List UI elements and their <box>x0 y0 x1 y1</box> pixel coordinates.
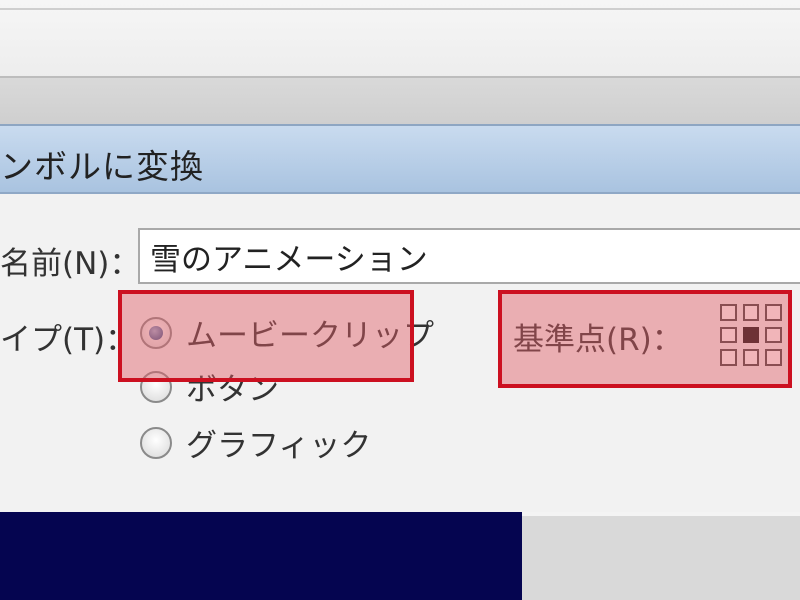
registration-cell-middle-right[interactable] <box>765 326 782 344</box>
registration-point-grid[interactable] <box>720 304 782 366</box>
radio-label: グラフィック <box>186 428 372 464</box>
radio-movie-clip[interactable]: ムービークリップ <box>140 310 434 355</box>
convert-to-symbol-dialog: ンボルに変換 名前(N)： イプ(T)： ムービークリップ ボタン グラフィック… <box>0 124 800 514</box>
radio-label: ムービークリップ <box>186 318 434 354</box>
background-panel <box>522 512 800 600</box>
radio-button-unselected[interactable] <box>140 370 172 403</box>
radio-button-selected[interactable] <box>140 316 172 349</box>
radio-button-type[interactable]: ボタン <box>140 364 279 409</box>
dialog-title: ンボルに変換 <box>0 147 204 186</box>
type-label: イプ(T)： <box>0 322 137 358</box>
radio-label: ボタン <box>186 372 279 408</box>
stage-area <box>0 512 522 600</box>
name-label: 名前(N)： <box>0 246 141 282</box>
radio-graphic[interactable]: グラフィック <box>140 420 371 465</box>
registration-cell-center[interactable] <box>742 326 760 344</box>
radio-button-unselected[interactable] <box>140 426 172 459</box>
dialog-titlebar[interactable]: ンボルに変換 <box>0 126 800 194</box>
registration-cell-bottom-center[interactable] <box>742 349 760 366</box>
registration-cell-middle-left[interactable] <box>720 326 737 344</box>
registration-cell-bottom-left[interactable] <box>720 349 737 366</box>
background-toolbar <box>0 0 800 78</box>
registration-cell-bottom-right[interactable] <box>765 349 782 366</box>
toolbar-divider <box>0 8 800 10</box>
background-band <box>0 78 800 124</box>
registration-cell-top-center[interactable] <box>742 304 760 321</box>
dialog-content: 名前(N)： イプ(T)： ムービークリップ ボタン グラフィック 基準点(R)… <box>0 194 800 514</box>
registration-label: 基準点(R)： <box>513 322 683 358</box>
symbol-name-input[interactable] <box>138 228 800 284</box>
registration-cell-top-left[interactable] <box>720 304 737 321</box>
radio-dot <box>149 325 163 340</box>
registration-cell-top-right[interactable] <box>765 304 782 321</box>
